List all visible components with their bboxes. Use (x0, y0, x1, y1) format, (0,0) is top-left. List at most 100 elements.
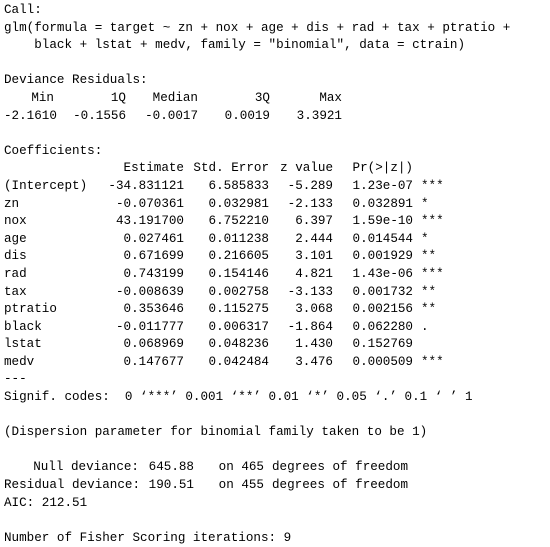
coef-header-estimate: Estimate (123, 161, 184, 176)
coef-std-error: 0.115275 (208, 302, 269, 317)
coef-name: dis (4, 249, 27, 264)
table-row: dis 0.671699 0.216605 3.101 0.001929 ** (4, 248, 548, 266)
coef-estimate: 0.147677 (123, 354, 184, 369)
null-deviance-row: Null deviance: 645.88 on 465 degrees of … (4, 459, 548, 477)
table-row: nox 43.191700 6.752210 6.397 1.59e-10 **… (4, 213, 548, 231)
coef-std-error: 0.048236 (208, 337, 269, 352)
coef-name: rad (4, 266, 27, 281)
coef-significance (413, 336, 461, 354)
null-deviance-df: on 465 (218, 460, 264, 475)
signif-codes: Signif. codes: 0 ‘***’ 0.001 ‘**’ 0.01 ‘… (4, 390, 473, 405)
coef-std-error: 6.752210 (208, 214, 269, 229)
coef-significance: *** (421, 214, 444, 229)
coef-significance: ** (421, 302, 437, 317)
table-row: (Intercept) -34.831121 6.585833 -5.289 1… (4, 178, 548, 196)
coef-significance: * (421, 196, 429, 211)
coef-estimate: -0.070361 (115, 196, 184, 211)
coef-estimate: 0.671699 (123, 249, 184, 264)
residuals-title: Deviance Residuals: (4, 73, 148, 88)
residuals-value-max: 3.3921 (296, 108, 342, 123)
coef-significance: *** (421, 178, 444, 193)
coef-estimate: 43.191700 (115, 214, 184, 229)
coef-z-value: 3.476 (295, 354, 333, 369)
residuals-header-max: Max (319, 90, 342, 105)
coef-z-value: 2.444 (295, 231, 333, 246)
table-row: zn -0.070361 0.032981 -2.133 0.032891 * (4, 196, 548, 214)
coef-p-value: 0.032891 (352, 196, 413, 211)
coef-p-value: 1.59e-10 (352, 214, 413, 229)
coef-estimate: 0.068969 (123, 337, 184, 352)
coef-header-spacer (4, 160, 99, 178)
call-line-1: glm(formula = target ~ zn + nox + age + … (4, 20, 511, 35)
table-row: ptratio 0.353646 0.115275 3.068 0.002156… (4, 301, 548, 319)
coef-significance: ** (421, 249, 437, 264)
coef-p-value: 0.014544 (352, 231, 413, 246)
aic-value: AIC: 212.51 (4, 495, 88, 510)
residuals-value-row: -2.1610 -0.1556 -0.0017 0.0019 3.3921 (4, 108, 548, 126)
null-deviance-value: 645.88 (148, 460, 194, 475)
coef-z-value: 3.101 (295, 249, 333, 264)
coef-header-std-error: Std. Error (193, 161, 269, 176)
coef-std-error: 6.585833 (208, 178, 269, 193)
coef-std-error: 0.154146 (208, 266, 269, 281)
coef-std-error: 0.002758 (208, 284, 269, 299)
coef-z-value: -3.133 (287, 284, 333, 299)
coef-z-value: 6.397 (295, 214, 333, 229)
coef-name: nox (4, 214, 27, 229)
coef-p-value: 1.23e-07 (352, 178, 413, 193)
coef-z-value: 4.821 (295, 266, 333, 281)
coef-p-value: 0.062280 (352, 319, 413, 334)
coef-header-p-value: Pr(>|z|) (352, 161, 413, 176)
residuals-header-median: Median (152, 90, 198, 105)
coef-std-error: 0.011238 (208, 231, 269, 246)
coef-z-value: 1.430 (295, 337, 333, 352)
coef-std-error: 0.216605 (208, 249, 269, 264)
residual-deviance-row: Residual deviance: 190.51 on 455 degrees… (4, 477, 548, 495)
separator: --- (4, 372, 27, 387)
table-row: lstat 0.068969 0.048236 1.430 0.152769 (4, 336, 548, 354)
residuals-header-3q: 3Q (254, 90, 270, 105)
residuals-value-3q: 0.0019 (224, 108, 270, 123)
coef-name: (Intercept) (4, 178, 88, 193)
coefficients-header-row: Estimate Std. Error z value Pr(>|z|) (4, 160, 548, 178)
table-row: tax -0.008639 0.002758 -3.133 0.001732 *… (4, 284, 548, 302)
coef-estimate: 0.743199 (123, 266, 184, 281)
coef-estimate: 0.353646 (123, 302, 184, 317)
null-deviance-label: Null deviance: (33, 460, 139, 475)
coef-p-value: 1.43e-06 (352, 266, 413, 281)
r-console-output: Call: glm(formula = target ~ zn + nox + … (4, 2, 548, 547)
coef-header-z-value: z value (280, 161, 333, 176)
coef-significance: *** (421, 354, 444, 369)
residual-deviance-df: on 455 (218, 478, 264, 493)
null-deviance-df-label: degrees of freedom (272, 460, 409, 475)
coef-name: zn (4, 196, 20, 211)
residual-deviance-df-label: degrees of freedom (272, 478, 409, 493)
residual-deviance-label: Residual deviance: (4, 478, 141, 493)
coef-name: medv (4, 354, 35, 369)
dispersion-note: (Dispersion parameter for binomial famil… (4, 425, 428, 440)
coef-name: ptratio (4, 302, 57, 317)
coef-z-value: -1.864 (287, 319, 333, 334)
coef-name: age (4, 231, 27, 246)
coef-estimate: -34.831121 (108, 178, 184, 193)
coef-std-error: 0.042484 (208, 354, 269, 369)
coef-estimate: -0.011777 (115, 319, 184, 334)
coef-significance: ** (421, 284, 437, 299)
residuals-header-row: Min 1Q Median 3Q Max (4, 90, 548, 108)
coef-name: lstat (4, 337, 42, 352)
coef-name: tax (4, 284, 27, 299)
coef-std-error: 0.032981 (208, 196, 269, 211)
table-row: medv 0.147677 0.042484 3.476 0.000509 **… (4, 354, 548, 372)
coef-z-value: 3.068 (295, 302, 333, 317)
coef-estimate: 0.027461 (123, 231, 184, 246)
coef-z-value: -2.133 (287, 196, 333, 211)
table-row: rad 0.743199 0.154146 4.821 1.43e-06 *** (4, 266, 548, 284)
coef-name: black (4, 319, 42, 334)
coef-p-value: 0.002156 (352, 302, 413, 317)
fisher-iterations: Number of Fisher Scoring iterations: 9 (4, 530, 292, 545)
coef-significance: . (421, 319, 429, 334)
coef-p-value: 0.001732 (352, 284, 413, 299)
